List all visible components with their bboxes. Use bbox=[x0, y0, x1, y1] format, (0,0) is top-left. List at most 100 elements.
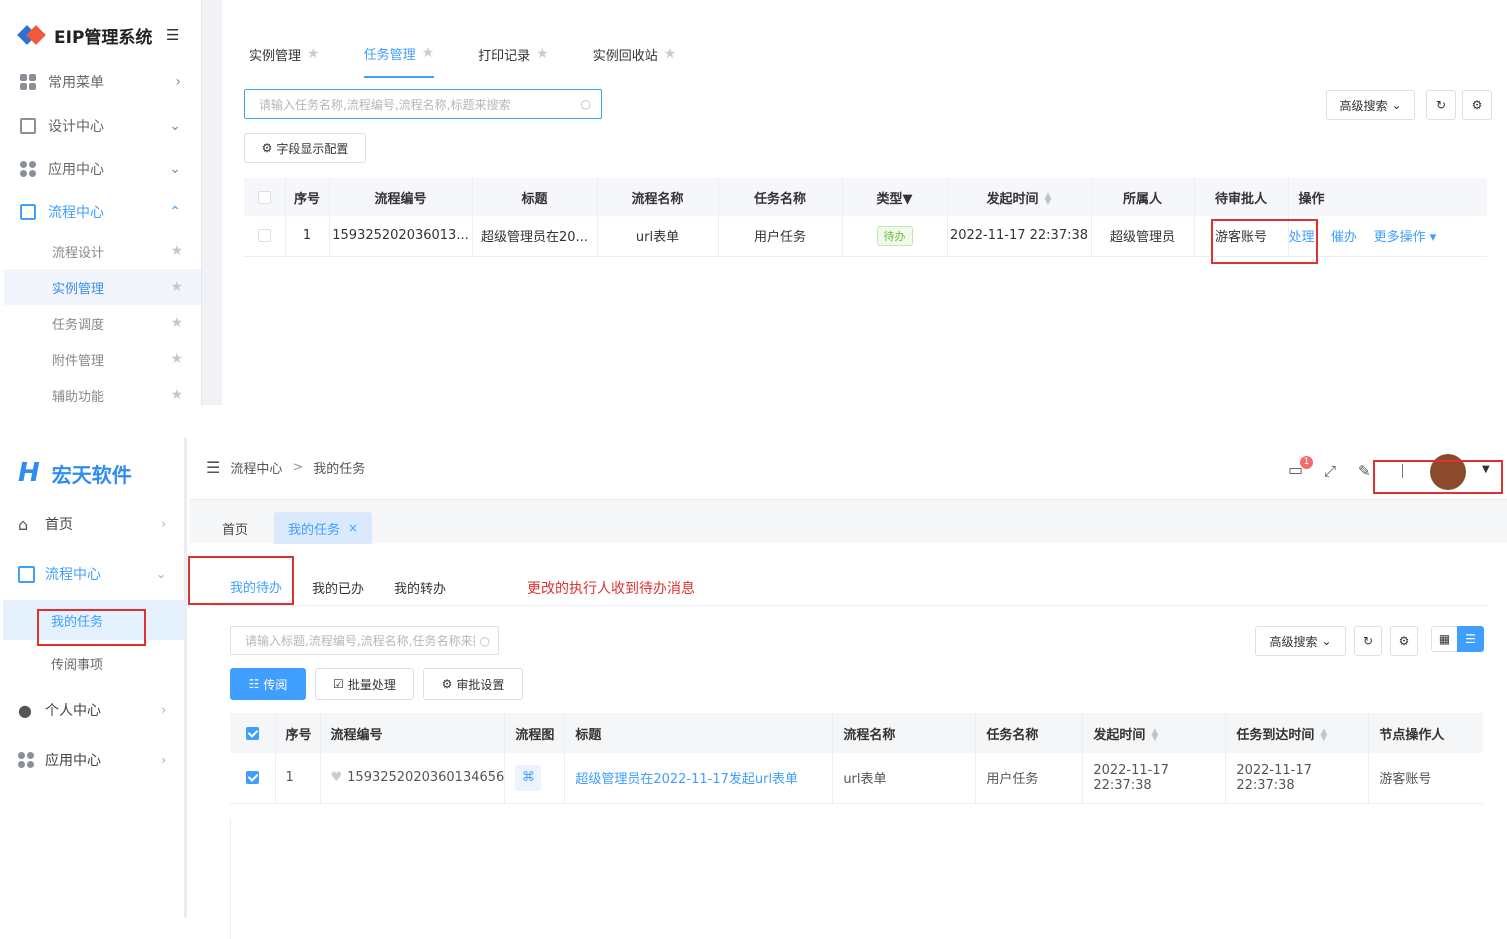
row-select[interactable] bbox=[244, 216, 286, 257]
tab-print[interactable]: 打印记录 ★ bbox=[478, 30, 549, 78]
table-row[interactable]: 1 ♥ 1593252020360134656 ⌘ 超级管理员在2022-11-1… bbox=[230, 753, 1483, 804]
submenu-assist[interactable]: 辅助功能 ★ bbox=[4, 377, 201, 405]
list-icon: ☰ bbox=[1465, 632, 1476, 646]
column-header-type[interactable]: 类型▼ bbox=[842, 178, 948, 216]
submenu-instance-mgmt[interactable]: 实例管理 ★ bbox=[4, 269, 201, 305]
advanced-search-button[interactable]: 高级搜索 ⌄ bbox=[1326, 90, 1415, 120]
chevron-right-icon: › bbox=[161, 517, 166, 531]
button-label: 高级搜索 bbox=[1339, 98, 1388, 113]
column-header: 待审批人 bbox=[1194, 178, 1289, 216]
batch-process-button[interactable]: ☑ 批量处理 bbox=[315, 668, 414, 700]
sidebar: EIP管理系统 ☰ 常用菜单 › 设计中心 ⌄ 应用中心 ⌄ 流程中心 ⌃ 流程… bbox=[0, 0, 202, 405]
sort-icon[interactable]: ▲ ▼ bbox=[1320, 728, 1327, 743]
ht-panel: H 宏天软件 ⌂ 首页 › 流程中心 ⌄ 我的任务 传阅事项 ● 个人中心 › … bbox=[0, 438, 1507, 939]
grid-view-button[interactable]: ▦ bbox=[1431, 626, 1458, 652]
gear-icon: ⚙ bbox=[1471, 98, 1483, 112]
field-config-button[interactable]: ⚙ 字段显示配置 bbox=[244, 133, 366, 163]
more-ops-link[interactable]: 更多操作 ▾ bbox=[1374, 230, 1437, 245]
select-all-checkbox[interactable] bbox=[257, 190, 271, 204]
flow-diagram-icon[interactable]: ⌘ bbox=[515, 764, 542, 791]
star-icon[interactable]: ★ bbox=[170, 315, 183, 331]
tab-task[interactable]: 任务管理 ★ bbox=[363, 30, 435, 78]
column-header-start-time[interactable]: 发起时间 ▲ ▼ bbox=[1082, 713, 1227, 753]
sidebar-item-apps[interactable]: 应用中心 ⌄ bbox=[0, 147, 201, 190]
sort-icon[interactable]: ▲ ▼ bbox=[1151, 728, 1158, 743]
advanced-search-button[interactable]: 高级搜索 ⌄ bbox=[1255, 626, 1346, 656]
fullscreen-icon[interactable]: ⤢ bbox=[1324, 462, 1336, 480]
star-icon[interactable]: ★ bbox=[536, 46, 549, 62]
sidebar-item-home[interactable]: ⌂ 首页 › bbox=[0, 502, 184, 546]
cell-index: 1 bbox=[285, 216, 330, 257]
urge-link[interactable]: 催办 bbox=[1331, 230, 1357, 245]
settings-button[interactable]: ⚙ bbox=[1390, 626, 1418, 656]
column-header: 流程编号 bbox=[329, 178, 473, 216]
sort-icon[interactable]: ▲ ▼ bbox=[1045, 192, 1052, 207]
refresh-button[interactable]: ↻ bbox=[1354, 626, 1382, 656]
sidebar-item-apps[interactable]: 应用中心 › bbox=[0, 738, 184, 782]
select-all-checkbox[interactable] bbox=[245, 726, 259, 740]
sidebar-item-label: 首页 bbox=[45, 517, 73, 533]
breadcrumb-item[interactable]: 流程中心 bbox=[230, 458, 282, 477]
close-icon[interactable]: × bbox=[348, 521, 358, 535]
tab-my-transfer[interactable]: 我的转办 bbox=[394, 568, 446, 606]
submenu-attachment[interactable]: 附件管理 ★ bbox=[4, 341, 201, 377]
tab-instance[interactable]: 实例管理 ★ bbox=[249, 30, 320, 78]
star-icon[interactable]: ★ bbox=[307, 46, 320, 62]
cell-flow-no: ♥ 1593252020360134656 bbox=[320, 753, 506, 804]
header-select[interactable] bbox=[230, 713, 276, 753]
row-checkbox[interactable] bbox=[245, 771, 259, 785]
heart-icon[interactable]: ♥ bbox=[331, 770, 343, 785]
sidebar-item-design[interactable]: 设计中心 ⌄ bbox=[0, 104, 201, 147]
approval-settings-button[interactable]: ⚙ 审批设置 bbox=[423, 668, 523, 700]
sidebar-item-personal[interactable]: ● 个人中心 › bbox=[0, 688, 184, 732]
circulate-button[interactable]: ☷ 传阅 bbox=[230, 668, 306, 700]
title-link[interactable]: 超级管理员在2022-11-17发起url表单 bbox=[575, 772, 798, 787]
menu-toggle-icon[interactable]: ☰ bbox=[206, 458, 220, 477]
star-icon[interactable]: ★ bbox=[664, 46, 677, 62]
sidebar-item-flow[interactable]: 流程中心 ⌃ bbox=[0, 190, 201, 233]
sidebar-item-label: 应用中心 bbox=[48, 161, 104, 178]
submenu-task-schedule[interactable]: 任务调度 ★ bbox=[4, 305, 201, 341]
page-tab-home[interactable]: 首页 bbox=[208, 512, 262, 544]
theme-icon[interactable]: ✎ bbox=[1358, 462, 1371, 480]
gear-icon: ⚙ bbox=[1398, 634, 1410, 648]
eip-panel: EIP管理系统 ☰ 常用菜单 › 设计中心 ⌄ 应用中心 ⌄ 流程中心 ⌃ 流程… bbox=[0, 0, 1507, 405]
button-label: 传阅 bbox=[263, 677, 288, 692]
row-checkbox[interactable] bbox=[257, 229, 271, 243]
column-header: 标题 bbox=[472, 178, 598, 216]
column-header-start-time[interactable]: 发起时间 ▲ ▼ bbox=[947, 178, 1092, 216]
refresh-button[interactable]: ↻ bbox=[1426, 90, 1456, 120]
design-icon bbox=[20, 117, 36, 134]
list-view-button[interactable]: ☰ bbox=[1457, 626, 1484, 652]
star-icon[interactable]: ★ bbox=[170, 387, 183, 403]
tab-label: 打印记录 bbox=[478, 48, 531, 64]
home-icon: ⌂ bbox=[18, 514, 29, 534]
search-placeholder: 请输入任务名称,流程编号,流程名称,标题来搜索 bbox=[259, 97, 511, 112]
tab-recycle[interactable]: 实例回收站 ★ bbox=[593, 30, 677, 78]
star-icon[interactable]: ★ bbox=[170, 351, 183, 367]
sidebar-item-flow[interactable]: 流程中心 ⌄ bbox=[0, 552, 184, 596]
submenu-circulate[interactable]: 传阅事项 bbox=[3, 643, 184, 683]
settings-button[interactable]: ⚙ bbox=[1462, 90, 1492, 120]
page-tab-my-tasks[interactable]: 我的任务 × bbox=[274, 512, 373, 544]
star-icon[interactable]: ★ bbox=[170, 279, 183, 295]
flow-icon bbox=[18, 565, 35, 583]
search-input[interactable]: 请输入标题,流程编号,流程名称,任务名称来搜 ○ bbox=[230, 626, 499, 655]
tab-my-done[interactable]: 我的已办 bbox=[312, 568, 364, 606]
sidebar-item-label: 个人中心 bbox=[45, 703, 101, 719]
submenu-flow-design[interactable]: 流程设计 ★ bbox=[4, 233, 201, 269]
star-icon[interactable]: ★ bbox=[422, 45, 435, 61]
main-content: ☰ 流程中心 > 我的任务 ▭ 1 ⤢ ✎ ▼ 首页 我的任务 × 我的待办 我的… bbox=[188, 438, 1507, 939]
message-button[interactable]: ▭ 1 bbox=[1288, 456, 1313, 482]
filter-icon[interactable]: ▼ bbox=[903, 192, 913, 207]
column-header-arrive-time[interactable]: 任务到达时间 ▲ ▼ bbox=[1225, 713, 1370, 753]
sidebar-item-common[interactable]: 常用菜单 › bbox=[0, 60, 201, 103]
menu-fold-icon[interactable]: ☰ bbox=[166, 26, 179, 44]
header-select[interactable] bbox=[244, 178, 286, 216]
star-icon[interactable]: ★ bbox=[170, 243, 183, 259]
row-select[interactable] bbox=[230, 753, 276, 804]
search-input[interactable]: 请输入任务名称,流程编号,流程名称,标题来搜索 ○ bbox=[244, 89, 602, 119]
chevron-down-icon: ⌄ bbox=[1391, 98, 1402, 112]
breadcrumb-separator: > bbox=[292, 460, 304, 475]
column-header: 任务名称 bbox=[975, 713, 1084, 753]
